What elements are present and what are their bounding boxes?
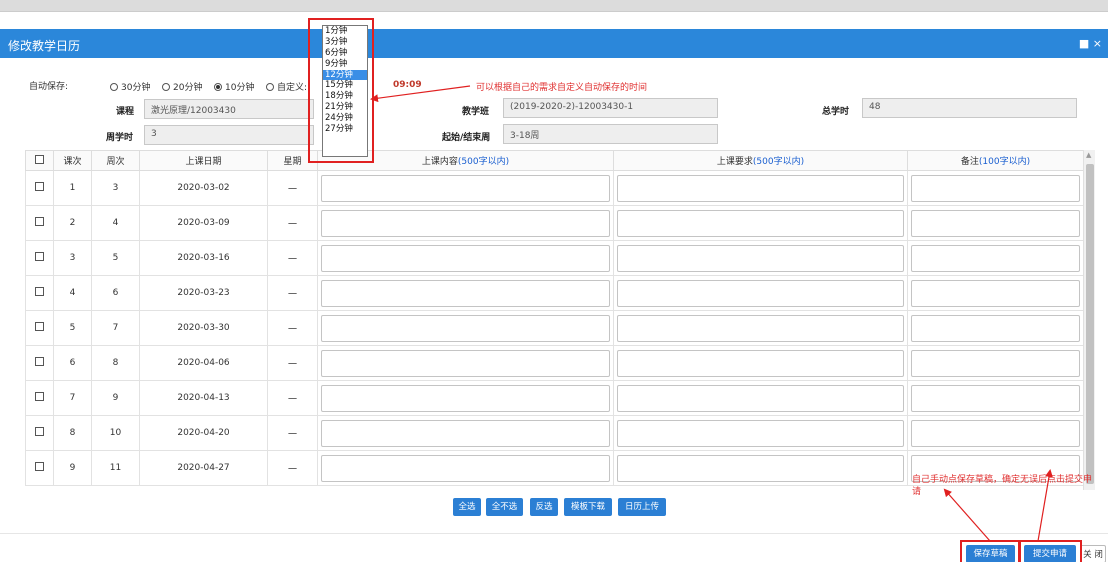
app-root: 修改教学日历 ■ × 自动保存: 30分钟 20分钟 10分钟 自定义: 09:… — [0, 0, 1108, 562]
arrow-to-dropdown — [370, 85, 471, 103]
arrow-to-submit-note — [1037, 469, 1053, 542]
arrow-to-save-note — [943, 488, 991, 542]
annotation-arrows — [370, 85, 1053, 542]
